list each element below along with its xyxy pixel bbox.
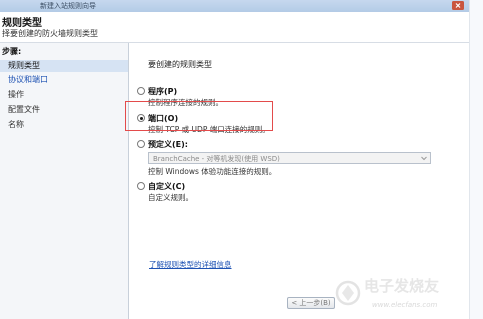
page-subtitle: 择要创建的防火墙规则类型	[2, 29, 98, 38]
step-rule-type[interactable]: 规则类型	[0, 60, 128, 72]
window-title-bar: 新建入站规则向导	[0, 0, 483, 12]
option-predefined-label[interactable]: 预定义(E):	[148, 139, 188, 150]
step-action[interactable]: 操作	[0, 89, 128, 101]
option-custom-label[interactable]: 自定义(C)	[148, 181, 185, 192]
step-protocol-port[interactable]: 协议和端口	[0, 74, 128, 86]
port-option-highlight	[125, 101, 273, 131]
step-profile[interactable]: 配置文件	[0, 104, 128, 116]
predefined-select-value: BranchCache - 对等机发现(使用 WSD)	[153, 155, 280, 163]
close-icon[interactable]	[452, 1, 464, 10]
predefined-select[interactable]: BranchCache - 对等机发现(使用 WSD)	[148, 152, 431, 164]
rule-type-question: 要创建的规则类型	[148, 60, 212, 69]
step-name[interactable]: 名称	[0, 119, 128, 131]
option-custom-desc: 自定义规则。	[148, 193, 193, 202]
steps-panel: 步骤: 规则类型 协议和端口 操作 配置文件 名称	[0, 43, 128, 319]
window-title: 新建入站规则向导	[40, 2, 96, 10]
radio-program[interactable]	[137, 87, 145, 95]
steps-title: 步骤:	[2, 47, 22, 56]
radio-custom[interactable]	[137, 182, 145, 190]
chevron-down-icon	[421, 156, 427, 161]
page-title: 规则类型	[2, 18, 42, 29]
back-button[interactable]: < 上一步(B)	[287, 297, 335, 309]
option-predefined-desc: 控制 Windows 体验功能连接的规则。	[148, 167, 277, 176]
watermark-url: www.elecfans.com	[372, 301, 438, 309]
option-program-label[interactable]: 程序(P)	[148, 86, 177, 97]
learn-more-link[interactable]: 了解规则类型的详细信息	[149, 259, 232, 270]
elecfans-logo: 电子发烧友 www.elecfans.com	[335, 277, 439, 309]
watermark-text: 电子发烧友	[364, 277, 439, 295]
wizard-header: 规则类型 择要创建的防火墙规则类型	[0, 12, 483, 43]
radio-predefined[interactable]	[137, 140, 145, 148]
